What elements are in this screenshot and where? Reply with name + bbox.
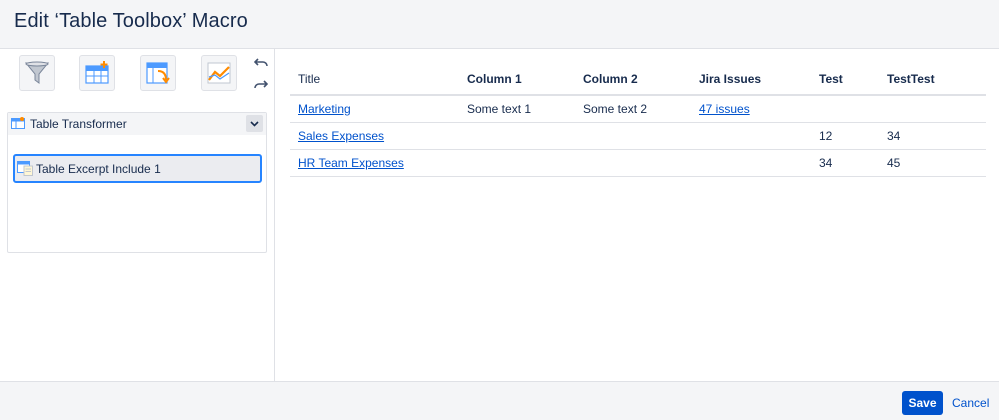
table-cell	[575, 149, 691, 177]
title-link[interactable]: Sales Expenses	[298, 129, 384, 143]
dialog-title: Edit ‘Table Toolbox’ Macro	[14, 10, 248, 32]
table-row: HR Team Expenses 34 45	[290, 149, 986, 177]
column-header: Column 1	[459, 63, 575, 96]
table-cell	[459, 149, 575, 177]
add-column-tool-button[interactable]	[79, 55, 115, 91]
title-link[interactable]: Marketing	[298, 102, 351, 116]
table-cell	[811, 95, 879, 123]
table-cell: Sales Expenses	[290, 122, 459, 150]
table-cell	[575, 122, 691, 150]
preview-table: Title Column 1 Column 2 Jira Issues Test…	[290, 63, 986, 177]
table-cell	[879, 95, 986, 123]
table-cell	[691, 122, 811, 150]
macro-tree-parent[interactable]: Table Transformer	[8, 113, 266, 135]
table-row: Marketing Some text 1 Some text 2 47 iss…	[290, 95, 986, 123]
column-header: Column 2	[575, 63, 691, 96]
preview-table-area: Title Column 1 Column 2 Jira Issues Test…	[290, 63, 986, 177]
macro-tree-panel: Table Transformer Table Excerpt Include …	[0, 49, 275, 381]
undo-icon	[254, 58, 268, 67]
jira-issues-link[interactable]: 47 issues	[699, 102, 750, 116]
redo-button[interactable]	[252, 77, 270, 93]
table-row: Sales Expenses 12 34	[290, 122, 986, 150]
title-link[interactable]: HR Team Expenses	[298, 156, 404, 170]
dialog-header: Edit ‘Table Toolbox’ Macro	[0, 0, 999, 49]
column-header: Title	[290, 63, 459, 96]
macro-tree: Table Transformer Table Excerpt Include …	[7, 112, 267, 253]
table-cell: 34	[879, 122, 986, 150]
table-add-column-icon	[85, 61, 109, 84]
table-cell: Some text 2	[575, 95, 691, 123]
pivot-tool-button[interactable]	[140, 55, 176, 91]
filter-tool-button[interactable]	[19, 55, 55, 91]
chart-line-icon	[207, 62, 231, 84]
table-cell	[691, 149, 811, 177]
table-cell	[459, 122, 575, 150]
save-button[interactable]: Save	[902, 391, 943, 415]
table-cell: 45	[879, 149, 986, 177]
macro-tree-parent-label: Table Transformer	[30, 117, 127, 131]
dialog-footer: Save Cancel	[0, 381, 999, 420]
table-cell: Marketing	[290, 95, 459, 123]
column-header: Test	[811, 63, 879, 96]
column-header: Jira Issues	[691, 63, 811, 96]
filter-funnel-icon	[24, 61, 50, 84]
table-cell: HR Team Expenses	[290, 149, 459, 177]
chevron-down-icon	[250, 120, 259, 127]
column-header: TestTest	[879, 63, 986, 96]
table-cell: Some text 1	[459, 95, 575, 123]
redo-icon	[254, 80, 268, 89]
macro-tree-child[interactable]: Table Excerpt Include 1	[13, 154, 262, 183]
table-pivot-icon	[146, 62, 170, 84]
table-transformer-icon	[11, 117, 25, 129]
macro-tree-child-label: Table Excerpt Include 1	[36, 162, 161, 176]
table-cell: 12	[811, 122, 879, 150]
table-excerpt-icon	[17, 161, 33, 176]
undo-button[interactable]	[252, 55, 270, 71]
collapse-button[interactable]	[246, 115, 263, 132]
cancel-button[interactable]: Cancel	[952, 396, 989, 410]
table-cell: 34	[811, 149, 879, 177]
table-cell: 47 issues	[691, 95, 811, 123]
table-header-row: Title Column 1 Column 2 Jira Issues Test…	[290, 63, 986, 96]
chart-tool-button[interactable]	[201, 55, 237, 91]
